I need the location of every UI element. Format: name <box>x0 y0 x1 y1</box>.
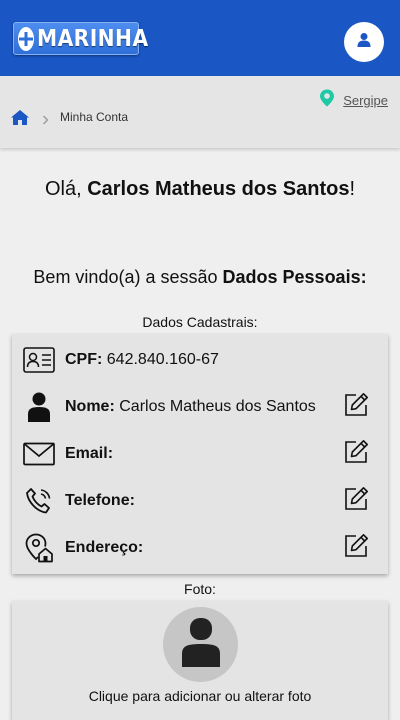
photo-caption: Clique para adicionar ou alterar foto <box>88 688 312 704</box>
email-text: Email: <box>65 445 113 463</box>
envelope-icon <box>22 437 56 471</box>
user-placeholder-icon <box>181 617 221 672</box>
cpf-label: CPF: <box>65 351 103 368</box>
telefone-row: Telefone: <box>12 481 388 521</box>
home-icon[interactable] <box>10 109 30 131</box>
nome-value: Carlos Matheus dos Santos <box>119 398 316 415</box>
dados-cadastrais-title: Dados Cadastrais: <box>142 314 258 330</box>
welcome-section: Dados Pessoais: <box>222 267 367 287</box>
location-state-link[interactable]: Sergipe <box>343 93 388 108</box>
dados-cadastrais-card: CPF: 642.840.160-67 Nome: Carlos Matheus… <box>12 334 388 574</box>
welcome-message: Bem vindo(a) a sessão Dados Pessoais: <box>0 267 400 288</box>
cpf-text: CPF: 642.840.160-67 <box>65 351 219 369</box>
email-label: Email: <box>65 445 114 462</box>
breadcrumb-current: Minha Conta <box>60 110 129 124</box>
chevron-right-icon <box>42 112 49 130</box>
edit-nome-button[interactable] <box>342 392 370 423</box>
phone-icon <box>22 484 56 518</box>
id-card-icon <box>22 343 56 377</box>
telefone-label: Telefone: <box>65 492 135 509</box>
edit-endereco-button[interactable] <box>342 533 370 564</box>
home-location-icon <box>22 531 56 565</box>
greeting: Olá, Carlos Matheus dos Santos! <box>0 178 400 201</box>
top-app-bar: MARINHA <box>0 0 400 76</box>
cpf-value: 642.840.160-67 <box>106 351 219 368</box>
marinha-logo[interactable]: MARINHA <box>13 22 148 55</box>
foto-label: Foto: <box>184 581 216 597</box>
edit-icon <box>343 486 369 517</box>
cpf-row: CPF: 642.840.160-67 <box>12 340 388 380</box>
edit-icon <box>343 439 369 470</box>
telefone-text: Telefone: <box>65 492 135 510</box>
greeting-prefix: Olá, <box>44 178 88 200</box>
user-avatar-icon <box>356 32 372 53</box>
photo-placeholder[interactable] <box>163 607 238 682</box>
email-row: Email: <box>12 434 388 474</box>
user-avatar-button[interactable] <box>344 22 384 62</box>
edit-telefone-button[interactable] <box>342 486 370 517</box>
greeting-suffix: ! <box>349 178 356 200</box>
location-selector[interactable]: Sergipe <box>319 89 388 112</box>
edit-email-button[interactable] <box>342 439 370 470</box>
breadcrumb-bar: Sergipe Minha Conta <box>0 76 400 148</box>
edit-icon <box>343 392 369 423</box>
user-icon <box>22 390 56 424</box>
map-pin-icon <box>319 89 335 112</box>
nome-row: Nome: Carlos Matheus dos Santos <box>12 387 388 427</box>
welcome-prefix: Bem vindo(a) a sessão <box>33 267 223 287</box>
endereco-row: Endereço: <box>12 528 388 568</box>
photo-upload-card[interactable]: Clique para adicionar ou alterar foto <box>12 601 388 720</box>
greeting-name: Carlos Matheus dos Santos <box>87 178 350 200</box>
endereco-label: Endereço: <box>65 539 144 556</box>
nome-label: Nome: <box>65 398 115 415</box>
edit-icon <box>343 533 369 564</box>
logo-text: MARINHA <box>37 25 149 52</box>
nome-text: Nome: Carlos Matheus dos Santos <box>65 398 316 416</box>
endereco-text: Endereço: <box>65 539 143 557</box>
plus-icon <box>18 26 34 51</box>
